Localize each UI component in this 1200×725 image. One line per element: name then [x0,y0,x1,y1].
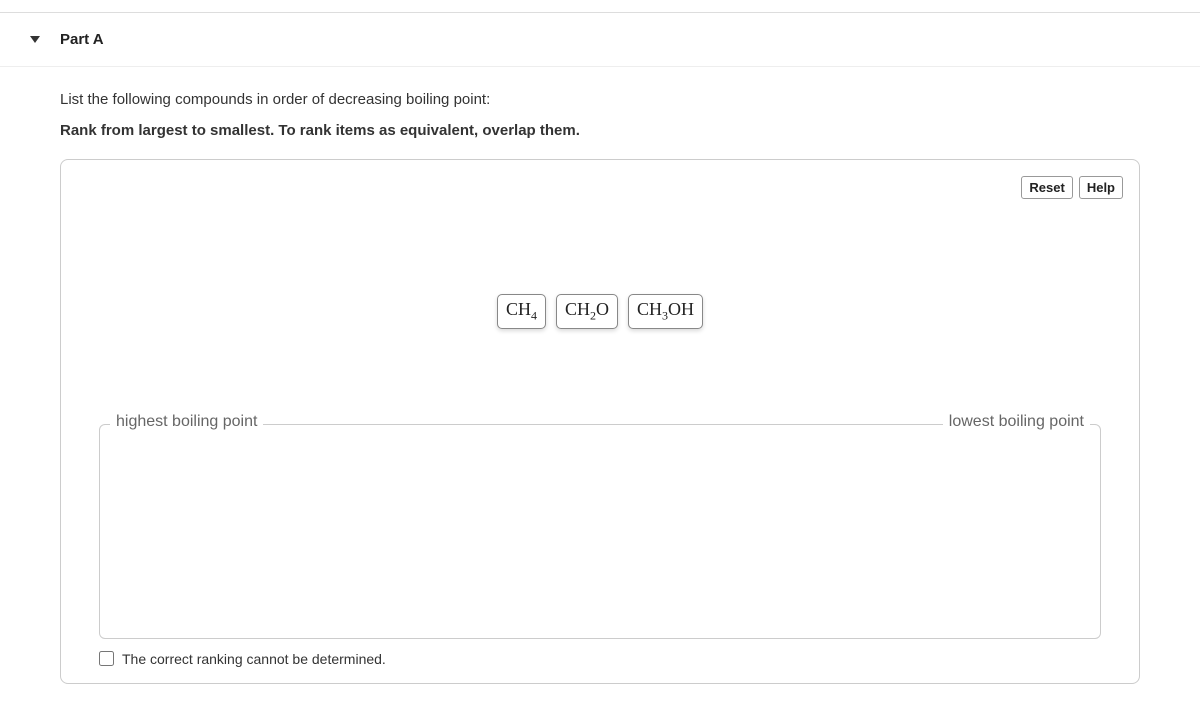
ranking-dropzone[interactable]: highest boiling point lowest boiling poi… [99,424,1101,639]
help-button[interactable]: Help [1079,176,1123,199]
undetermined-checkbox[interactable] [99,651,114,666]
compound-tile-ch2o[interactable]: CH2O [556,294,618,329]
compound-pool: CH4 CH2O CH3OH [77,294,1123,329]
undetermined-label: The correct ranking cannot be determined… [122,651,386,667]
part-header[interactable]: Part A [0,13,1200,67]
compound-tile-ch4[interactable]: CH4 [497,294,546,329]
compound-tile-ch3oh[interactable]: CH3OH [628,294,703,329]
part-title: Part A [60,31,104,48]
question-prompt-1: List the following compounds in order of… [60,91,1140,108]
caret-down-icon [30,36,40,43]
question-prompt-2: Rank from largest to smallest. To rank i… [60,122,1140,139]
rank-label-highest: highest boiling point [110,413,263,431]
ranking-widget: Reset Help CH4 CH2O CH3OH highest boilin… [60,159,1140,684]
reset-button[interactable]: Reset [1021,176,1072,199]
rank-label-lowest: lowest boiling point [943,413,1090,431]
